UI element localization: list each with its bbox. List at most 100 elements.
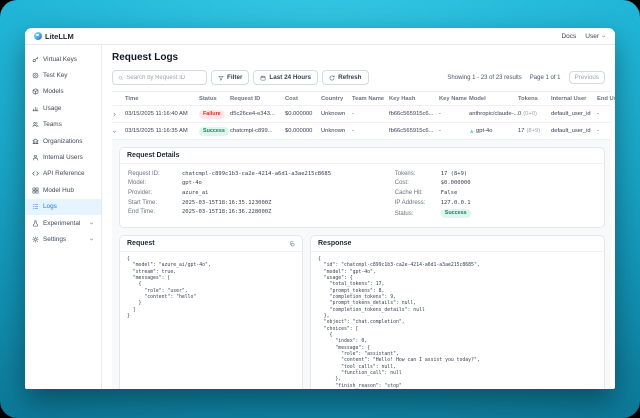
cell-internal-user: default_user_id [551, 128, 597, 134]
toolbar: Filter Last 24 Hours Refresh Showing 1 -… [112, 70, 611, 85]
internal-users-icon [32, 154, 39, 161]
api-reference-icon [32, 170, 39, 177]
col-model: Model [469, 96, 518, 102]
table-row-expanded[interactable]: 03/15/2025 11:16:35 AM Success chatcmpl-… [112, 123, 611, 140]
docs-link[interactable]: Docs [561, 33, 576, 40]
chevron-down-icon [89, 221, 94, 226]
col-internal-user: Internal User [551, 96, 597, 102]
detail-value: 2025-03-15T18:16:36.228000Z [182, 209, 271, 215]
logs-icon [32, 203, 39, 210]
collapse-row-button[interactable] [112, 129, 125, 134]
brand: LiteLLM [34, 32, 74, 41]
screenshot-stage: LiteLLM Docs User Virtual Keys Test Ke [0, 0, 640, 418]
sidebar-item-label: Logs [43, 203, 57, 210]
cell-team-name: - [352, 111, 389, 117]
sidebar-item-teams[interactable]: Teams [25, 117, 101, 133]
sidebar-item-organizations[interactable]: Organizations [25, 133, 101, 149]
test-key-icon [32, 72, 39, 79]
table-row[interactable]: 03/15/2025 11:16:40 AM Failure d5c26ce4-… [112, 106, 611, 123]
cell-key-name: - [439, 111, 469, 117]
response-panel-title: Response [318, 240, 351, 247]
status-badge: Success [199, 127, 229, 136]
request-details-title: Request Details [120, 148, 604, 164]
chevron-right-icon [112, 112, 117, 117]
detail-label: Start Time: [128, 200, 182, 206]
sidebar-item-label: Settings [43, 236, 66, 243]
cell-country: Unknown [321, 128, 352, 134]
filter-button[interactable]: Filter [211, 70, 249, 85]
detail-label: Model: [128, 180, 182, 186]
cell-tokens: 0(0+0) [518, 111, 551, 117]
page-info: Page 1 of 1 [530, 75, 561, 81]
copy-button[interactable] [289, 241, 295, 247]
cell-key-name: - [439, 128, 469, 134]
refresh-icon [329, 75, 335, 81]
cell-cost: $0.000000 [285, 111, 321, 117]
top-navbar: LiteLLM Docs User [25, 28, 615, 45]
filter-icon [218, 75, 224, 81]
detail-label: End Time: [128, 209, 182, 215]
detail-value: 17 (8+9) [441, 171, 468, 177]
col-status: Status [199, 96, 230, 102]
filter-label: Filter [227, 74, 242, 81]
cell-end-user: - [597, 128, 615, 134]
previous-page-button[interactable]: Previous [569, 71, 606, 84]
settings-icon [32, 236, 39, 243]
expand-row-button[interactable] [112, 112, 125, 117]
model-provider-icon [469, 129, 474, 134]
search-box [112, 70, 207, 85]
detail-label: Tokens: [395, 171, 441, 177]
request-panel-title: Request [127, 240, 155, 247]
response-json: { "id": "chatcmpl-c899c1b3-ca2e-4214-a6d… [311, 252, 604, 389]
detail-label: IP Address: [395, 200, 441, 206]
chevron-down-icon [89, 237, 94, 242]
detail-label: Provider: [128, 190, 182, 196]
sidebar-item-experimental[interactable]: Experimental [25, 215, 101, 231]
sidebar-item-label: Models [43, 88, 64, 95]
request-json: { "model": "azure_ai/gpt-4o", "stream": … [120, 252, 302, 325]
time-range-label: Last 24 Hours [269, 74, 311, 81]
sidebar-item-label: Organizations [43, 138, 82, 145]
sidebar-item-internal-users[interactable]: Internal Users [25, 149, 101, 165]
sidebar: Virtual Keys Test Key Models Usage Teams [25, 45, 102, 389]
col-team-name: Team Name [352, 96, 389, 102]
sidebar-item-model-hub[interactable]: Model Hub [25, 182, 101, 198]
sidebar-item-api-reference[interactable]: API Reference [25, 166, 101, 182]
request-details-card: Request Details Request ID:chatcmpl-c899… [119, 147, 605, 228]
col-key-hash: Key Hash [389, 96, 439, 102]
refresh-label: Refresh [338, 74, 361, 81]
col-request-id: Request ID [230, 96, 285, 102]
sidebar-item-logs[interactable]: Logs [25, 199, 101, 215]
sidebar-item-models[interactable]: Models [25, 84, 101, 100]
search-input[interactable] [126, 75, 201, 81]
litellm-app-window: LiteLLM Docs User Virtual Keys Test Ke [25, 28, 615, 389]
user-menu[interactable]: User [585, 33, 606, 40]
sidebar-item-usage[interactable]: Usage [25, 100, 101, 116]
cell-end-user: - [597, 111, 615, 117]
chevron-down-icon [601, 34, 606, 39]
detail-label: Cost: [395, 180, 441, 186]
sidebar-item-label: Internal Users [43, 154, 83, 161]
search-icon [118, 75, 123, 81]
col-time: Time [125, 96, 199, 102]
sidebar-item-settings[interactable]: Settings [25, 231, 101, 247]
expanded-row-details: Request Details Request ID:chatcmpl-c899… [112, 140, 611, 389]
sidebar-item-test-key[interactable]: Test Key [25, 67, 101, 83]
usage-icon [32, 105, 39, 112]
sidebar-item-label: Teams [43, 121, 62, 128]
user-menu-label: User [585, 33, 599, 40]
response-panel: Response { "id": "chatcmpl-c899c1b3-ca2e… [310, 235, 605, 389]
cell-team-name: - [352, 128, 389, 134]
model-hub-icon [32, 187, 39, 194]
refresh-button[interactable]: Refresh [322, 70, 368, 85]
key-icon [32, 56, 39, 63]
detail-value: chatcmpl-c899c1b3-ca2e-4214-a6d1-a3ae215… [182, 171, 331, 177]
sidebar-item-label: Test Key [43, 72, 68, 79]
sidebar-item-virtual-keys[interactable]: Virtual Keys [25, 51, 101, 67]
status-badge: Success [441, 209, 471, 218]
calendar-icon [260, 75, 266, 81]
cell-model: gpt-4o [469, 128, 518, 134]
cell-key-hash: fb66c565915c6... [389, 128, 439, 134]
sidebar-item-label: Virtual Keys [43, 56, 77, 63]
time-range-button[interactable]: Last 24 Hours [253, 70, 318, 85]
